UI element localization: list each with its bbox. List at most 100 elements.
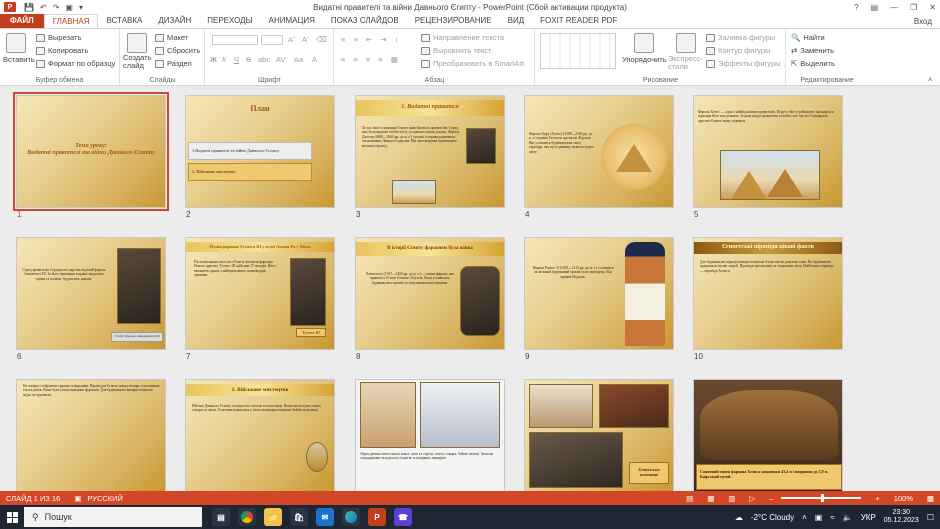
minimize-icon[interactable]: — (890, 3, 898, 12)
shape-fill-button[interactable]: Заливка фигуры (706, 33, 775, 42)
slide-thumbnail[interactable]: Серед правителів Середнього царства відо… (16, 237, 166, 350)
shrink-font-icon[interactable]: Aˇ (302, 35, 310, 44)
tray-chevron-icon[interactable]: ˄ (802, 513, 807, 522)
chrome-icon[interactable] (238, 508, 256, 526)
align-buttons[interactable]: ≡ ≡ ≡ ≡ ▦ (341, 55, 401, 64)
wifi-icon[interactable]: ≈ (830, 513, 834, 522)
shape-outline-button[interactable]: Контур фигуры (706, 46, 770, 55)
format-painter-button[interactable]: Формат по образцу (36, 59, 115, 68)
bold-button[interactable]: Ж (210, 55, 217, 64)
layout-button[interactable]: Макет (155, 33, 188, 42)
font-size-box[interactable] (261, 35, 283, 45)
slide-thumbnail[interactable]: Фараон Хуфу (Хеопс) (2589—2566 рр. до н.… (524, 95, 674, 208)
restore-icon[interactable]: ❐ (910, 3, 917, 12)
font-color-button[interactable]: A (312, 55, 317, 64)
ribbon-display-icon[interactable]: ▤ (871, 3, 879, 12)
notifications-icon[interactable]: ☐ (927, 513, 934, 522)
slide-thumbnail[interactable]: Мумія фараона Тутмоса ІІІ у музеї Аммон-… (185, 237, 335, 350)
new-slide-icon[interactable] (127, 33, 147, 53)
arrange-button[interactable]: Упорядочить (622, 55, 667, 64)
arrange-icon[interactable] (634, 33, 654, 53)
slideshow-icon[interactable]: ▣ (65, 3, 73, 12)
tab-home[interactable]: ГЛАВНАЯ (43, 14, 99, 28)
slide-thumbnail[interactable]: Єгипетські піраміди цікаві факти Для буд… (693, 237, 843, 350)
tab-transitions[interactable]: ПЕРЕХОДЫ (199, 14, 260, 28)
tab-review[interactable]: РЕЦЕНЗИРОВАНИЕ (407, 14, 500, 28)
volume-icon[interactable]: 🔈 (843, 513, 853, 522)
slide-thumbnail[interactable]: 1. Видатні правителі За час свого існува… (355, 95, 505, 208)
tab-insert[interactable]: ВСТАВКА (98, 14, 150, 28)
paste-button[interactable]: Вставить (3, 55, 35, 64)
zoom-slider-thumb[interactable] (821, 494, 825, 502)
replace-button[interactable]: ⇄ Заменить (791, 46, 834, 55)
undo-icon[interactable]: ↶ (40, 3, 47, 12)
shape-effects-button[interactable]: Эффекты фигуры (706, 59, 781, 68)
file-explorer-icon[interactable]: 📁 (264, 508, 282, 526)
slide-thumbnail[interactable]: Фараон Хеопс — один з найвідоміших прави… (693, 95, 843, 208)
windows-start-icon[interactable] (0, 505, 24, 529)
select-button[interactable]: ⇱ Выделить (791, 59, 835, 68)
tab-file[interactable]: ФАЙЛ (0, 14, 44, 28)
tab-slideshow[interactable]: ПОКАЗ СЛАЙДОВ (323, 14, 407, 28)
slide-thumbnail[interactable]: План 1.Видатні правителі та війни Давньо… (185, 95, 335, 208)
slide-thumbnail[interactable]: 2. Військове мистецтво Військо Давнього … (185, 379, 335, 491)
proofing-icon[interactable]: ▣ (74, 494, 81, 503)
tab-animation[interactable]: АНИМАЦИЯ (261, 14, 323, 28)
font-name-box[interactable] (212, 35, 258, 45)
zoom-level[interactable]: 100% (894, 494, 913, 503)
slide-thumbnail[interactable]: Тема уроку: Видатні правителі та війни Д… (13, 92, 169, 211)
keyboard-language[interactable]: УКР (861, 513, 876, 522)
shapes-gallery[interactable] (540, 33, 616, 69)
tab-view[interactable]: ВИД (500, 14, 533, 28)
tab-design[interactable]: ДИЗАЙН (150, 14, 199, 28)
language-indicator[interactable]: РУССКИЙ (87, 494, 123, 503)
slide-thumbnail[interactable]: Єгипетська колісниця (524, 379, 674, 491)
text-direction-button[interactable]: Направление текста (421, 33, 504, 42)
cut-button[interactable]: Вырезать (36, 33, 81, 42)
find-button[interactable]: 🔍 Найти (791, 33, 825, 42)
slide-thumbnail[interactable]: На папірусі зображено цариць та фараонів… (16, 379, 166, 491)
weather-text[interactable]: -2°C Cloudy (751, 513, 794, 522)
zoom-slider[interactable] (781, 494, 862, 502)
slide-sorter[interactable]: Тема уроку: Видатні правителі та війни Д… (0, 87, 940, 491)
smartart-button[interactable]: Преобразовать в SmartArt (421, 59, 524, 68)
slide-thumbnail[interactable]: В історії Єгипту фараоном була жінка Хат… (355, 237, 505, 350)
taskbar-search-box[interactable]: ⚲ Пошук (24, 507, 202, 527)
change-case-button[interactable]: Aa (294, 55, 303, 64)
reading-view-icon[interactable]: ▥ (728, 494, 735, 503)
clear-format-icon[interactable]: ⌫ (316, 35, 327, 44)
help-icon[interactable]: ? (854, 3, 858, 12)
clock[interactable]: 23:30 05.12.2023 (884, 509, 919, 526)
network-icon[interactable]: ▣ (815, 513, 823, 522)
slide-thumbnail[interactable]: Фараон Рамзес ІІ (1303—1213 рр. до н. е.… (524, 237, 674, 350)
paste-icon[interactable] (6, 33, 26, 53)
grow-font-icon[interactable]: Aˆ (288, 35, 296, 44)
quick-styles-icon[interactable] (676, 33, 696, 53)
italic-button[interactable]: К (222, 55, 226, 64)
sorter-view-icon[interactable]: ▦ (707, 494, 714, 503)
store-icon[interactable]: 🛍 (290, 508, 308, 526)
spacing-button[interactable]: AV (276, 55, 285, 64)
copy-button[interactable]: Копировать (36, 46, 88, 55)
customize-qat-icon[interactable]: ▾ (79, 3, 83, 12)
quick-styles-button[interactable]: Экспресс-стили (668, 54, 703, 72)
mail-icon[interactable]: ✉ (316, 508, 334, 526)
collapse-ribbon-icon[interactable]: ˄ (928, 75, 932, 84)
align-text-button[interactable]: Выровнять текст (421, 46, 491, 55)
powerpoint-taskbar-icon[interactable]: P (368, 508, 386, 526)
redo-icon[interactable]: ↷ (53, 3, 60, 12)
powerpoint-icon[interactable]: P (4, 2, 16, 12)
task-view-icon[interactable]: ▤ (212, 508, 230, 526)
edge-icon[interactable] (342, 508, 360, 526)
tab-foxit[interactable]: FOXIT READER PDF (532, 14, 625, 28)
underline-button[interactable]: Ч (234, 55, 239, 64)
zoom-in-icon[interactable]: + (875, 494, 879, 503)
shadow-button[interactable]: abc (258, 55, 270, 64)
sign-in-link[interactable]: Вход (914, 17, 932, 26)
slide-thumbnail[interactable]: Сонячний човен фараона Хеопса завдовжки … (693, 379, 843, 491)
normal-view-icon[interactable]: ▤ (686, 494, 693, 503)
close-icon[interactable]: ✕ (929, 3, 936, 12)
slide-thumbnail[interactable]: Зброя давньоєгипетського воїна: луки та … (355, 379, 505, 491)
zoom-out-icon[interactable]: – (769, 494, 773, 503)
save-icon[interactable]: 💾 (24, 3, 34, 12)
